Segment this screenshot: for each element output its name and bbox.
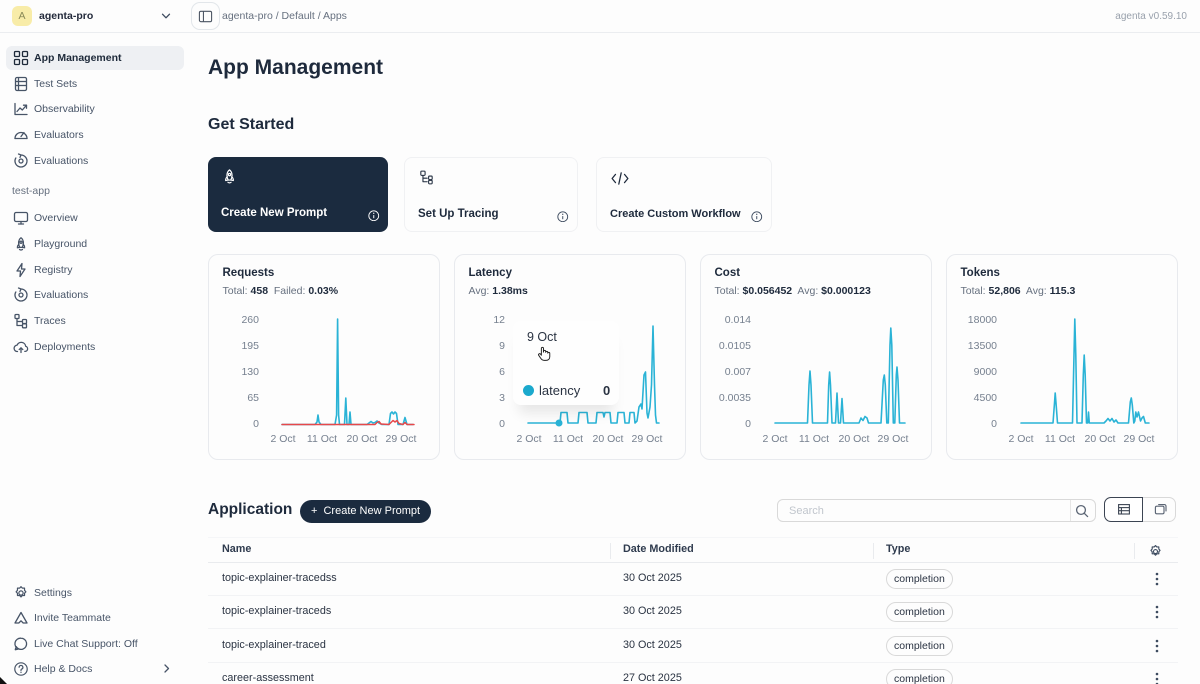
svg-text:4500: 4500: [974, 392, 998, 404]
svg-text:260: 260: [241, 314, 259, 326]
svg-text:20 Oct: 20 Oct: [839, 433, 870, 445]
svg-text:0: 0: [253, 418, 259, 430]
svg-text:9000: 9000: [974, 366, 998, 378]
svg-text:0.007: 0.007: [725, 366, 751, 378]
svg-text:13500: 13500: [968, 340, 997, 352]
svg-text:3: 3: [499, 392, 505, 404]
svg-text:2 Oct: 2 Oct: [270, 433, 295, 445]
svg-text:2 Oct: 2 Oct: [516, 433, 541, 445]
svg-text:29 Oct: 29 Oct: [632, 433, 663, 445]
svg-text:11 Oct: 11 Oct: [1045, 433, 1075, 445]
svg-text:65: 65: [247, 392, 259, 404]
svg-text:11 Oct: 11 Oct: [307, 433, 337, 445]
svg-text:195: 195: [241, 340, 259, 352]
svg-text:130: 130: [241, 366, 259, 378]
svg-text:29 Oct: 29 Oct: [386, 433, 417, 445]
svg-text:20 Oct: 20 Oct: [1085, 433, 1116, 445]
svg-text:11 Oct: 11 Oct: [799, 433, 829, 445]
svg-text:0: 0: [745, 418, 751, 430]
svg-text:9: 9: [499, 340, 505, 352]
svg-text:0.0105: 0.0105: [719, 340, 751, 352]
svg-text:0.014: 0.014: [725, 314, 751, 326]
svg-text:18000: 18000: [968, 314, 997, 326]
svg-text:11 Oct: 11 Oct: [553, 433, 583, 445]
svg-text:29 Oct: 29 Oct: [1124, 433, 1155, 445]
svg-text:20 Oct: 20 Oct: [347, 433, 378, 445]
svg-text:20 Oct: 20 Oct: [593, 433, 624, 445]
svg-text:0: 0: [991, 418, 997, 430]
svg-text:29 Oct: 29 Oct: [878, 433, 909, 445]
svg-text:6: 6: [499, 366, 505, 378]
svg-text:12: 12: [493, 314, 505, 326]
svg-text:2 Oct: 2 Oct: [1008, 433, 1033, 445]
svg-text:0: 0: [499, 418, 505, 430]
svg-text:0.0035: 0.0035: [719, 392, 751, 404]
svg-text:2 Oct: 2 Oct: [762, 433, 787, 445]
